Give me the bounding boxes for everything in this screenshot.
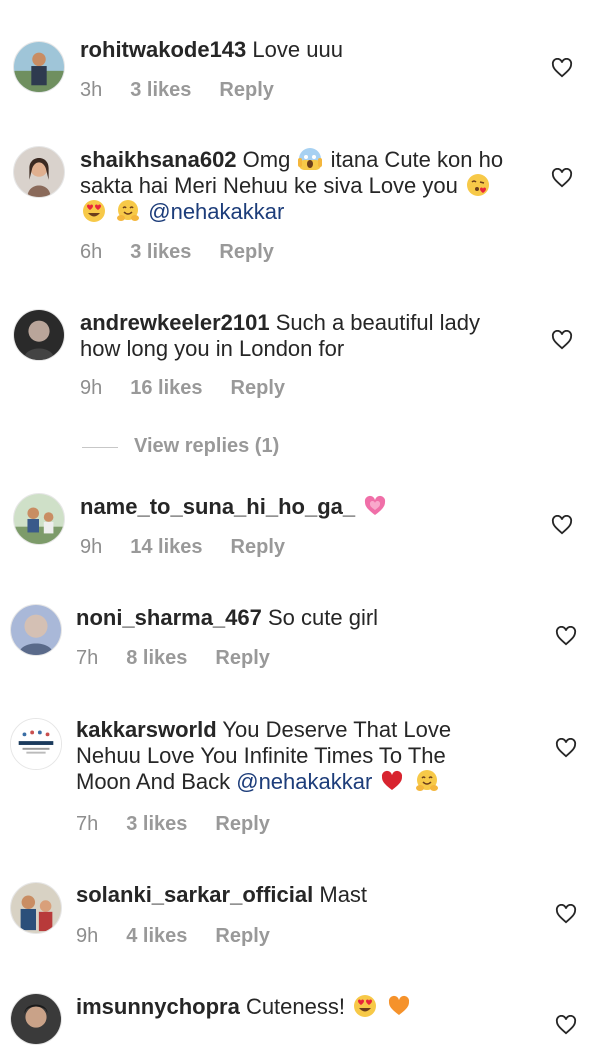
likes-count[interactable]: 8 likes	[126, 647, 187, 669]
heart-eyes-emoji	[82, 199, 106, 223]
comment-text: shaikhsana602 Omg itana Cute kon ho sakt…	[80, 147, 520, 225]
comment-meta: 6h 3 likes Reply	[80, 241, 302, 264]
comment-body: Love uuu	[252, 37, 343, 62]
comment-time: 7h	[76, 647, 99, 669]
comment-meta: 7h 8 likes Reply	[76, 647, 298, 670]
view-replies-label: View replies (1)	[134, 435, 280, 457]
user-mention-link[interactable]: @nehakakkar	[236, 769, 372, 794]
heart-outline-icon[interactable]	[551, 168, 573, 188]
reply-button[interactable]: Reply	[215, 647, 269, 669]
heart-eyes-emoji	[353, 994, 377, 1018]
comment-username[interactable]: solanki_sarkar_official	[76, 882, 313, 907]
comment-username[interactable]: kakkarsworld	[76, 717, 217, 742]
comment-time: 9h	[80, 536, 103, 558]
likes-count[interactable]: 3 likes	[130, 241, 191, 263]
avatar[interactable]	[13, 493, 65, 545]
heart-outline-icon[interactable]	[551, 330, 573, 350]
comment-meta: 3h 3 likes Reply	[80, 79, 302, 102]
comment-username[interactable]: andrewkeeler2101	[80, 310, 270, 335]
comment-body: Omg	[242, 147, 291, 172]
reply-button[interactable]: Reply	[219, 241, 273, 263]
avatar[interactable]	[10, 718, 62, 770]
likes-count[interactable]: 14 likes	[130, 536, 202, 558]
likes-count[interactable]: 3 likes	[126, 813, 187, 835]
comment-meta: 9h 16 likes Reply	[80, 377, 313, 400]
red-heart-emoji	[380, 769, 404, 793]
comment-time: 9h	[76, 925, 99, 947]
avatar[interactable]	[13, 41, 65, 93]
avatar[interactable]	[10, 882, 62, 934]
heart-outline-icon[interactable]	[555, 904, 577, 924]
comment-username[interactable]: imsunnychopra	[76, 994, 240, 1019]
avatar[interactable]	[10, 993, 62, 1045]
reply-button[interactable]: Reply	[231, 377, 285, 399]
growing-heart-emoji	[363, 494, 387, 518]
comment-time: 3h	[80, 79, 103, 101]
comment-username[interactable]: noni_sharma_467	[76, 605, 262, 630]
reply-button[interactable]: Reply	[219, 79, 273, 101]
comment-body: Cuteness!	[245, 994, 345, 1019]
orange-heart-emoji	[387, 994, 411, 1018]
comment-meta: 7h 3 likes Reply	[76, 813, 298, 836]
comment-body: Mast	[319, 882, 368, 907]
likes-count[interactable]: 3 likes	[130, 79, 191, 101]
face-blowing-kiss-emoji	[466, 173, 490, 197]
avatar[interactable]	[13, 146, 65, 198]
comment-text: noni_sharma_467 So cute girl	[76, 605, 516, 631]
heart-outline-icon[interactable]	[551, 58, 573, 78]
comment-text: imsunnychopra Cuteness!	[76, 994, 516, 1020]
comment-text: andrewkeeler2101 Such a beautiful lady h…	[80, 310, 520, 362]
avatar[interactable]	[13, 309, 65, 361]
comment-username[interactable]: shaikhsana602	[80, 147, 237, 172]
heart-outline-icon[interactable]	[551, 515, 573, 535]
view-replies-divider	[82, 447, 118, 448]
comment-username[interactable]: name_to_suna_hi_ho_ga_	[80, 494, 355, 519]
face-screaming-emoji	[298, 147, 323, 171]
likes-count[interactable]: 16 likes	[130, 377, 202, 399]
comment-time: 9h	[80, 377, 103, 399]
heart-outline-icon[interactable]	[555, 1015, 577, 1035]
likes-count[interactable]: 4 likes	[126, 925, 187, 947]
comment-meta: 9h 4 likes Reply	[76, 925, 298, 948]
avatar[interactable]	[10, 604, 62, 656]
comment-time: 7h	[76, 813, 99, 835]
comment-text: kakkarsworld You Deserve That Love Nehuu…	[76, 717, 506, 795]
comment-text: name_to_suna_hi_ho_ga_	[80, 494, 520, 520]
hugging-face-emoji	[415, 769, 439, 793]
heart-outline-icon[interactable]	[555, 738, 577, 758]
comment-body: So cute girl	[268, 605, 379, 630]
comment-text: solanki_sarkar_official Mast	[76, 882, 516, 908]
comment-meta: 9h 14 likes Reply	[80, 536, 313, 559]
hugging-face-emoji	[116, 199, 140, 223]
comment-text: rohitwakode143 Love uuu	[80, 37, 520, 63]
user-mention-link[interactable]: @nehakakkar	[148, 199, 284, 224]
comment-time: 6h	[80, 241, 103, 263]
reply-button[interactable]: Reply	[215, 925, 269, 947]
heart-outline-icon[interactable]	[555, 626, 577, 646]
reply-button[interactable]: Reply	[231, 536, 285, 558]
comment-username[interactable]: rohitwakode143	[80, 37, 246, 62]
reply-button[interactable]: Reply	[215, 813, 269, 835]
